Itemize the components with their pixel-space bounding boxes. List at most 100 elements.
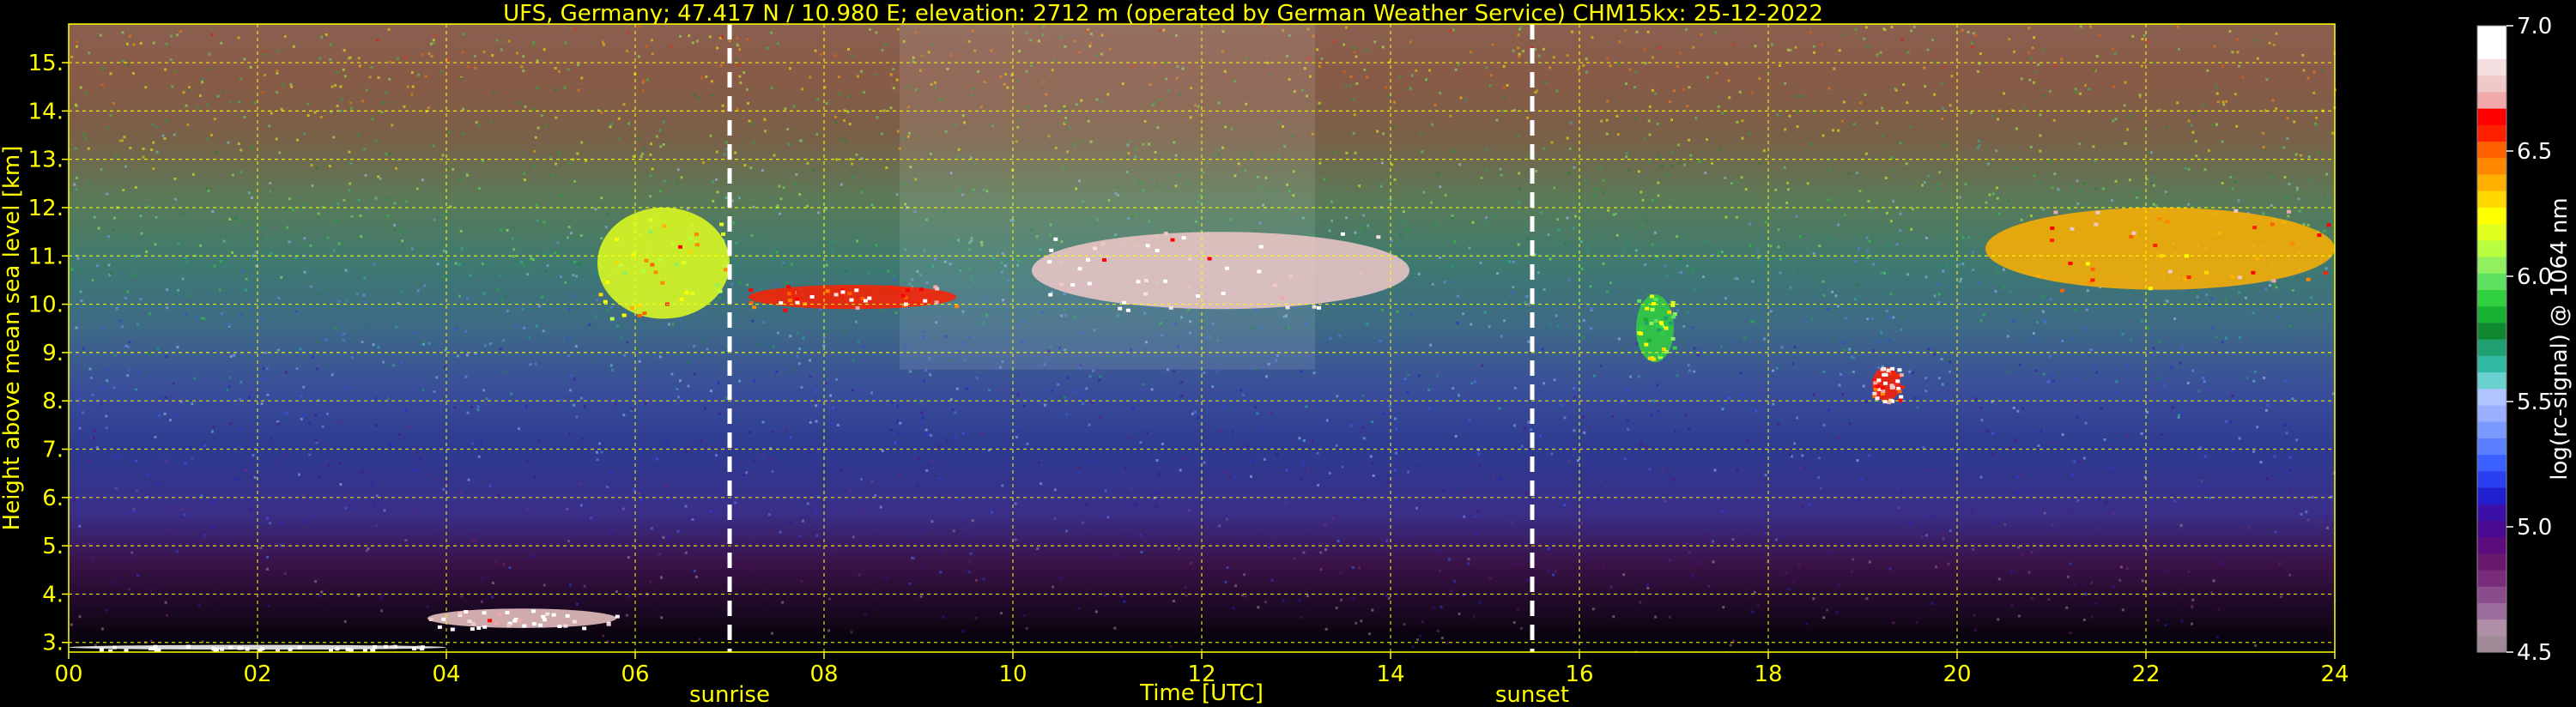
cloud-speckle xyxy=(1662,347,1666,352)
cloud-speckle xyxy=(900,293,906,298)
cloud-speckle xyxy=(2090,278,2095,282)
cloud-speckle xyxy=(791,291,796,294)
colorbar-segment xyxy=(2477,388,2506,406)
cloud-speckle xyxy=(1086,257,1090,262)
cloud-speckle xyxy=(2050,239,2055,243)
colorbar-segment xyxy=(2477,635,2506,653)
colorbar-segment xyxy=(2477,438,2506,456)
cloud-speckle xyxy=(1143,292,1149,296)
cloud-speckle xyxy=(1672,346,1677,350)
cloud-speckle xyxy=(505,611,510,614)
cloud-speckle xyxy=(863,299,868,303)
cloud-speckle xyxy=(482,611,487,615)
cloud-speckle xyxy=(718,289,723,293)
cloud-speckle xyxy=(1875,396,1880,401)
x-tick-label: 00 xyxy=(54,662,82,687)
colorbar-segment xyxy=(2477,553,2506,571)
cloud-speckle xyxy=(1645,321,1649,325)
colorbar-segment xyxy=(2477,58,2506,76)
cloud-speckle xyxy=(606,622,611,626)
cloud-speckle xyxy=(2326,223,2331,227)
cloud-speckle xyxy=(2090,267,2095,271)
cloud-speckle xyxy=(650,263,655,267)
y-tick-label: 14. xyxy=(28,99,64,124)
cloud-speckle xyxy=(1317,305,1321,310)
cloud-speckle xyxy=(825,289,830,293)
cloud-speckle xyxy=(1886,368,1891,372)
colorbar-segment xyxy=(2477,207,2506,225)
cloud-speckle xyxy=(297,645,302,650)
colorbar-segment xyxy=(2477,75,2506,93)
x-tick-label: 02 xyxy=(243,662,271,687)
cloud-speckle xyxy=(1899,373,1904,378)
cloud-speckle xyxy=(1637,299,1642,303)
cloud-speckle xyxy=(1053,237,1058,241)
cloud-speckle xyxy=(1181,236,1186,240)
x-tick-label: 16 xyxy=(1565,662,1593,687)
cloud-speckle xyxy=(2183,277,2188,281)
cloud-speckle xyxy=(2085,262,2090,266)
cloud-speckle xyxy=(1048,293,1053,297)
cloud-speckle xyxy=(1664,326,1669,330)
chart-title: UFS, Germany; 47.417 N / 10.980 E; eleva… xyxy=(503,1,1823,27)
cloud-speckle xyxy=(582,626,587,631)
cloud-speckle xyxy=(512,619,518,623)
y-tick-label: 6. xyxy=(42,486,64,511)
cloud-speckle xyxy=(719,222,724,227)
cloud-speckle xyxy=(2186,275,2191,280)
cloud-speckle xyxy=(1645,306,1650,311)
cloud-speckle xyxy=(749,288,754,293)
colorbar-tick-label: 7.0 xyxy=(2517,14,2552,39)
cloud-speckle xyxy=(1897,368,1902,372)
cloud-speckle xyxy=(1340,232,1345,236)
colorbar-segment xyxy=(2477,26,2506,43)
cloud-speckle xyxy=(1899,395,1904,399)
cloud-speckle xyxy=(752,305,757,310)
cloud-speckle xyxy=(517,619,522,622)
colorbar-label: log(rc-signal) @ 1064 nm xyxy=(2547,197,2573,480)
colorbar-segment xyxy=(2477,372,2506,390)
colorbar-segment xyxy=(2477,355,2506,373)
cloud-speckle xyxy=(603,299,608,304)
cloud-speckle xyxy=(551,613,556,617)
x-tick-label: 18 xyxy=(1754,662,1782,687)
colorbar-segment xyxy=(2477,586,2506,603)
colorbar-segment xyxy=(2477,339,2506,356)
cloud-speckle xyxy=(1659,331,1664,335)
cloud-speckle xyxy=(831,305,835,309)
cloud-speckle xyxy=(2094,222,2099,227)
cloud-speckle xyxy=(2234,208,2239,213)
cloud-speckle xyxy=(896,287,901,291)
colorbar-segment xyxy=(2477,536,2506,554)
cloud-speckle xyxy=(724,268,728,272)
cloud-speckle xyxy=(1059,282,1064,287)
cloud-speckle xyxy=(1872,391,1877,396)
cloud-speckle xyxy=(471,621,476,625)
cloud-speckle xyxy=(1258,245,1264,249)
cloud-speckle xyxy=(506,624,512,628)
y-tick-label: 10. xyxy=(28,293,64,318)
cloud-speckle xyxy=(530,609,536,613)
cloud-speckle xyxy=(373,644,378,649)
cloud-speckle xyxy=(1221,291,1226,295)
cloud-speckle xyxy=(2068,262,2073,265)
x-tick-label: 22 xyxy=(2131,662,2160,687)
cloud-speckle xyxy=(390,645,395,650)
cloud-speckle xyxy=(1207,257,1212,261)
cloud-speckle xyxy=(148,647,153,651)
cloud-speckle xyxy=(1155,249,1160,252)
sunrise-label: sunrise xyxy=(689,682,770,707)
cloud-speckle xyxy=(714,283,719,287)
cloud-speckle xyxy=(428,618,433,621)
cloud-speckle xyxy=(531,622,536,626)
cloud-speckle xyxy=(2059,288,2064,293)
cloud-speckle xyxy=(2230,275,2234,279)
cloud-layer-1 xyxy=(427,608,616,628)
x-tick-label: 20 xyxy=(1943,662,1971,687)
cloud-speckle xyxy=(840,290,846,294)
cloud-speckle xyxy=(1376,235,1381,239)
cloud-speckle xyxy=(605,280,610,284)
cloud-speckle xyxy=(609,317,615,321)
cloud-speckle xyxy=(458,612,463,616)
cloud-speckle xyxy=(1196,294,1201,298)
